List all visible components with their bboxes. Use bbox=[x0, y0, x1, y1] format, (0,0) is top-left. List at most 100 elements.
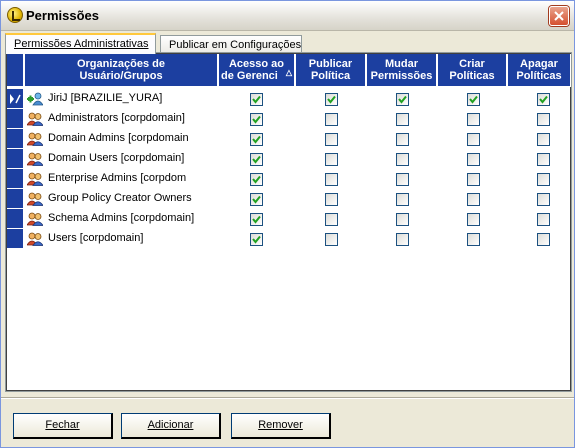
group-icon bbox=[27, 192, 44, 206]
group-name-cell[interactable]: Group Policy Creator Owners bbox=[27, 189, 219, 209]
close-window-button[interactable] bbox=[549, 6, 569, 26]
permission-checkbox[interactable] bbox=[325, 153, 338, 166]
permission-checkbox[interactable] bbox=[250, 233, 263, 246]
permissions-grid[interactable]: Organizações de Usuário/Grupos Acesso ao… bbox=[6, 53, 571, 391]
permission-checkbox[interactable] bbox=[250, 193, 263, 206]
add-button-label: Adicionar bbox=[147, 419, 194, 431]
column-header-create[interactable]: Criar Políticas bbox=[438, 54, 507, 87]
column-header-delete[interactable]: Apagar Políticas bbox=[508, 54, 571, 87]
table-row[interactable]: Users [corpdomain] bbox=[7, 229, 570, 249]
checkmark-icon bbox=[252, 135, 261, 144]
permission-checkbox[interactable] bbox=[250, 133, 263, 146]
close-button[interactable]: Fechar bbox=[13, 413, 113, 439]
row-selector[interactable] bbox=[7, 149, 24, 169]
permission-checkbox[interactable] bbox=[325, 233, 338, 246]
column-header-line: Políticas bbox=[449, 70, 495, 82]
permission-checkbox[interactable] bbox=[250, 93, 263, 106]
add-button[interactable]: Adicionar bbox=[121, 413, 221, 439]
row-selector[interactable] bbox=[7, 169, 24, 189]
permission-checkbox[interactable] bbox=[467, 113, 480, 126]
permission-checkbox[interactable] bbox=[537, 193, 550, 206]
row-selector[interactable] bbox=[7, 189, 24, 209]
group-name: Administrators [corpdomain] bbox=[48, 112, 185, 124]
permission-checkbox[interactable] bbox=[537, 173, 550, 186]
table-row[interactable]: Schema Admins [corpdomain] bbox=[7, 209, 570, 229]
group-name-cell[interactable]: Enterprise Admins [corpdom bbox=[27, 169, 219, 189]
column-header-line: Organizações de bbox=[76, 58, 166, 70]
table-row[interactable]: Group Policy Creator Owners bbox=[7, 189, 570, 209]
permission-checkbox[interactable] bbox=[396, 173, 409, 186]
permission-checkbox[interactable] bbox=[396, 93, 409, 106]
column-header-change[interactable]: Mudar Permissões bbox=[367, 54, 437, 87]
close-button-label: Fechar bbox=[45, 419, 80, 431]
column-header-publish[interactable]: Publicar Política bbox=[296, 54, 366, 87]
remove-button[interactable]: Remover bbox=[231, 413, 331, 439]
permission-checkbox[interactable] bbox=[396, 213, 409, 226]
permission-checkbox[interactable] bbox=[325, 193, 338, 206]
permission-checkbox[interactable] bbox=[396, 133, 409, 146]
group-name: JiriJ [BRAZILIE_YURA] bbox=[48, 92, 163, 104]
permission-checkbox[interactable] bbox=[537, 233, 550, 246]
permission-checkbox[interactable] bbox=[467, 153, 480, 166]
row-selector[interactable] bbox=[7, 229, 24, 249]
column-header-line: Publicar bbox=[308, 58, 353, 70]
group-name-cell[interactable]: Administrators [corpdomain] bbox=[27, 109, 219, 129]
permissions-dialog: Permissões Permissões Administrativas Pu… bbox=[0, 0, 575, 448]
column-header-access[interactable]: Acesso ao de Gerenci △ bbox=[219, 54, 295, 87]
permission-checkbox[interactable] bbox=[250, 153, 263, 166]
permission-checkbox[interactable] bbox=[467, 133, 480, 146]
permission-checkbox[interactable] bbox=[250, 173, 263, 186]
app-icon bbox=[7, 7, 23, 23]
group-name: Domain Users [corpdomain] bbox=[48, 152, 185, 164]
group-name-cell[interactable]: Domain Users [corpdomain] bbox=[27, 149, 219, 169]
sort-triangle-icon: △ bbox=[285, 68, 292, 77]
permission-checkbox[interactable] bbox=[467, 193, 480, 206]
tab-label: Publicar em Configurações bbox=[169, 39, 302, 51]
permission-checkbox[interactable] bbox=[396, 233, 409, 246]
permission-checkbox[interactable] bbox=[467, 233, 480, 246]
checkmark-icon bbox=[327, 95, 336, 104]
permission-checkbox[interactable] bbox=[537, 153, 550, 166]
permission-checkbox[interactable] bbox=[537, 113, 550, 126]
checkmark-icon bbox=[252, 235, 261, 244]
permission-checkbox[interactable] bbox=[467, 173, 480, 186]
column-header-groups[interactable]: Organizações de Usuário/Grupos bbox=[25, 54, 218, 87]
permission-checkbox[interactable] bbox=[537, 133, 550, 146]
permission-checkbox[interactable] bbox=[537, 93, 550, 106]
group-name-cell[interactable]: Schema Admins [corpdomain] bbox=[27, 209, 219, 229]
permission-checkbox[interactable] bbox=[325, 213, 338, 226]
tab-admin-permissions[interactable]: Permissões Administrativas bbox=[5, 33, 156, 54]
permission-checkbox[interactable] bbox=[250, 113, 263, 126]
permission-checkbox[interactable] bbox=[396, 193, 409, 206]
table-row[interactable]: Domain Users [corpdomain] bbox=[7, 149, 570, 169]
checkmark-icon bbox=[252, 115, 261, 124]
group-name-cell[interactable]: Domain Admins [corpdomain bbox=[27, 129, 219, 149]
permission-checkbox[interactable] bbox=[250, 213, 263, 226]
row-selector[interactable] bbox=[7, 129, 24, 149]
tab-label: Permissões Administrativas bbox=[14, 38, 149, 50]
row-selector[interactable] bbox=[7, 109, 24, 129]
tab-publish-settings[interactable]: Publicar em Configurações bbox=[160, 35, 302, 53]
permission-checkbox[interactable] bbox=[325, 133, 338, 146]
permission-checkbox[interactable] bbox=[325, 93, 338, 106]
permission-checkbox[interactable] bbox=[325, 113, 338, 126]
group-name-cell[interactable]: Users [corpdomain] bbox=[27, 229, 219, 249]
table-row[interactable]: JiriJ [BRAZILIE_YURA] bbox=[7, 89, 570, 109]
permission-checkbox[interactable] bbox=[537, 213, 550, 226]
remove-button-label: Remover bbox=[258, 419, 303, 431]
table-row[interactable]: Domain Admins [corpdomain bbox=[7, 129, 570, 149]
group-name: Group Policy Creator Owners bbox=[48, 192, 192, 204]
row-selector[interactable] bbox=[7, 209, 24, 229]
group-icon bbox=[27, 212, 44, 226]
column-header-line: Política bbox=[310, 70, 351, 82]
permission-checkbox[interactable] bbox=[396, 113, 409, 126]
permission-checkbox[interactable] bbox=[396, 153, 409, 166]
group-icon bbox=[27, 112, 44, 126]
row-selector[interactable] bbox=[7, 89, 24, 109]
permission-checkbox[interactable] bbox=[467, 213, 480, 226]
table-row[interactable]: Administrators [corpdomain] bbox=[7, 109, 570, 129]
permission-checkbox[interactable] bbox=[467, 93, 480, 106]
table-row[interactable]: Enterprise Admins [corpdom bbox=[7, 169, 570, 189]
group-name-cell[interactable]: JiriJ [BRAZILIE_YURA] bbox=[27, 89, 219, 109]
permission-checkbox[interactable] bbox=[325, 173, 338, 186]
